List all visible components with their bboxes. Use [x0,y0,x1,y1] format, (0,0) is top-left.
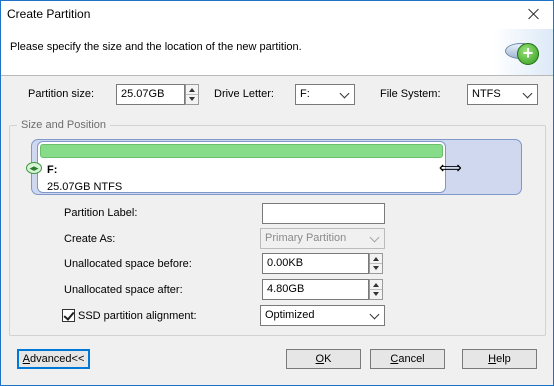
window-title: Create Partition [7,7,91,21]
drive-letter-label: Drive Letter: [214,88,274,100]
plus-icon: + [517,43,539,65]
advanced-accel: A [22,353,30,365]
cancel-button[interactable]: Cancel [370,349,445,369]
horizontal-resize-cursor-icon: ⟺ [439,160,462,177]
partition-size-spinner[interactable] [185,84,199,105]
help-label: elp [496,353,511,365]
create-as-label: Create As: [64,233,116,245]
file-system-value: NTFS [472,88,501,100]
partition-size-input[interactable]: 25.07GB [116,84,185,105]
advanced-label: dvanced<< [29,353,85,365]
unallocated-before-label: Unallocated space before: [64,258,192,270]
unallocated-after-spinner[interactable] [369,279,383,300]
partition-label-input[interactable] [262,203,385,224]
unallocated-before-spinner[interactable] [369,253,383,274]
ssd-alignment-label: SSD partition alignment: [78,310,197,322]
create-as-value: Primary Partition [265,232,347,244]
partition-info: 25.07GB NTFS [47,181,123,193]
partition-letter: F: [47,164,58,176]
unallocated-before-input[interactable]: 0.00KB [262,253,369,274]
title-bar: Create Partition [1,1,553,29]
disk-add-icon: + [493,29,553,75]
partition-label-label: Partition Label: [64,207,138,219]
close-icon[interactable] [523,4,545,24]
cancel-label: ancel [398,353,425,365]
header-instruction: Please specify the size and the location… [10,41,302,53]
dialog-header: Please specify the size and the location… [1,29,553,76]
drive-letter-value: F: [300,88,310,100]
resize-handle-icon[interactable]: ◂▸ [26,162,42,174]
partition-used-bar [40,144,443,158]
chevron-down-icon [339,88,350,99]
chevron-down-icon [369,232,380,243]
ok-accel: O [315,353,325,365]
unallocated-after-label: Unallocated space after: [64,284,183,296]
ok-button[interactable]: OK [286,349,361,369]
ssd-alignment-checkbox[interactable] [62,309,75,322]
chevron-down-icon [369,309,380,320]
drive-letter-select[interactable]: F: [295,84,355,105]
file-system-label: File System: [380,88,441,100]
group-title: Size and Position [17,119,110,131]
ok-label: K [324,353,332,365]
ssd-alignment-select[interactable]: Optimized [260,305,385,326]
partition-size-label: Partition size: [28,88,95,100]
create-partition-dialog: Create Partition Please specify the size… [0,0,554,386]
unallocated-after-input[interactable]: 4.80GB [262,279,369,300]
file-system-select[interactable]: NTFS [467,84,538,105]
help-accel: H [488,353,497,365]
ssd-alignment-value: Optimized [265,309,315,321]
create-as-select[interactable]: Primary Partition [260,228,385,249]
chevron-down-icon [522,88,533,99]
advanced-button[interactable]: Advanced<< [17,349,90,369]
help-button[interactable]: Help [462,349,537,369]
